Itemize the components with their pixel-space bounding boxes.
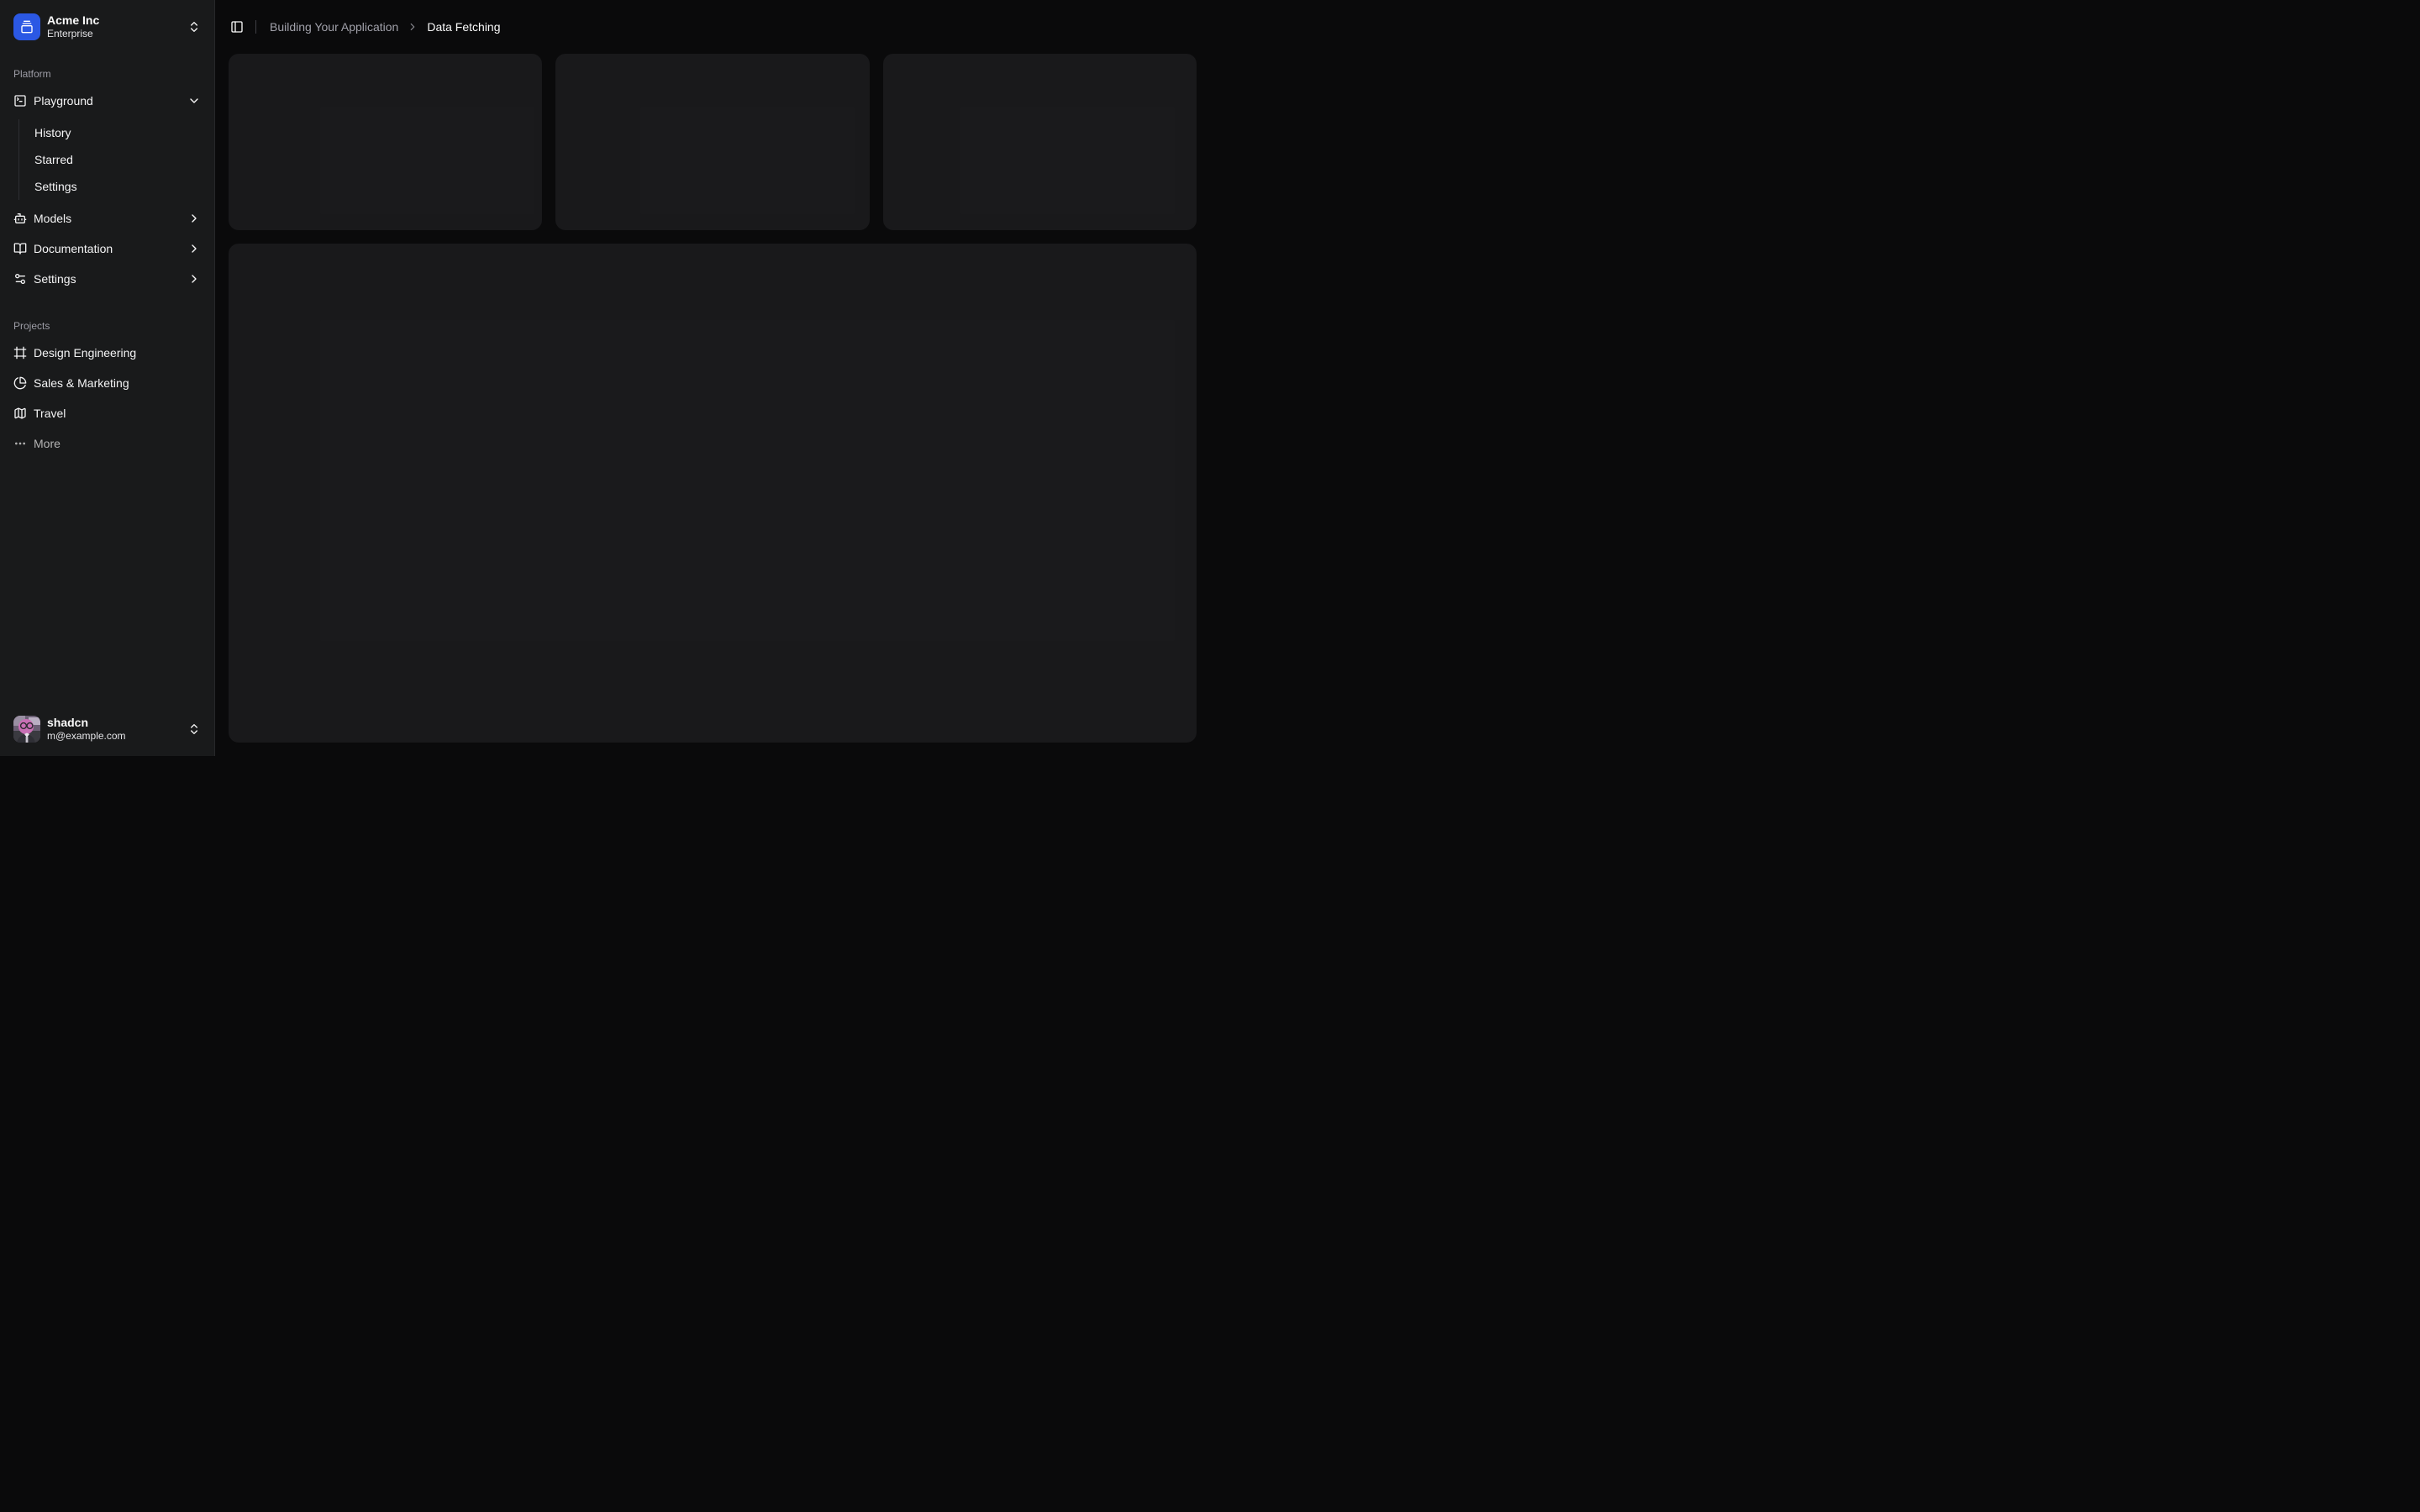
sidebar-subitem-settings[interactable]: Settings [28, 175, 208, 198]
sidebar-item-documentation[interactable]: Documentation [7, 235, 208, 262]
panel-left-icon [230, 20, 244, 34]
placeholder-card [229, 54, 542, 230]
sidebar-subitem-starred[interactable]: Starred [28, 148, 208, 171]
team-meta: Acme Inc Enterprise [47, 14, 181, 40]
bot-icon [13, 212, 27, 225]
sidebar-item-travel[interactable]: Travel [7, 400, 208, 427]
sidebar: Acme Inc Enterprise Platform Playground [0, 0, 215, 756]
user-name: shadcn [47, 717, 181, 729]
chevron-right-icon [187, 212, 201, 225]
placeholder-panel [229, 244, 1197, 743]
gallery-vertical-end-icon [13, 13, 40, 40]
main-area: Building Your Application Data Fetching [215, 0, 1210, 756]
sidebar-group-projects: Projects Design Engineering Sales & Mark… [0, 306, 214, 464]
chevrons-up-down-icon [187, 20, 201, 34]
sidebar-header: Acme Inc Enterprise [0, 0, 214, 54]
sidebar-item-design-engineering[interactable]: Design Engineering [7, 339, 208, 366]
user-email: m@example.com [47, 731, 181, 742]
projects-menu: Design Engineering Sales & Marketing Tra… [7, 339, 208, 457]
vertical-separator [255, 20, 256, 34]
frame-icon [13, 346, 27, 360]
team-switcher-button[interactable]: Acme Inc Enterprise [7, 7, 208, 47]
group-label-projects: Projects [7, 312, 208, 339]
chevron-down-icon [187, 94, 201, 108]
team-plan: Enterprise [47, 29, 181, 39]
user-meta: shadcn m@example.com [47, 717, 181, 743]
sidebar-toggle-button[interactable] [225, 15, 249, 39]
sidebar-item-more[interactable]: More [7, 430, 208, 457]
sidebar-item-models[interactable]: Models [7, 205, 208, 232]
page-content [215, 54, 1210, 756]
chevron-right-icon [407, 21, 418, 33]
placeholder-card [883, 54, 1197, 230]
user-menu-button[interactable]: shadcn m@example.com [7, 709, 208, 749]
sliders-icon [13, 272, 27, 286]
topbar: Building Your Application Data Fetching [215, 0, 1210, 54]
sidebar-group-platform: Platform Playground History [0, 54, 214, 299]
platform-menu: Playground History Starred Settings [7, 87, 208, 292]
pie-chart-icon [13, 376, 27, 390]
sidebar-content: Platform Playground History [0, 54, 214, 702]
playground-submenu: History Starred Settings [18, 119, 208, 200]
placeholder-cards-row [229, 54, 1197, 230]
ellipsis-icon [13, 437, 27, 450]
group-label-platform: Platform [7, 60, 208, 87]
map-icon [13, 407, 27, 420]
sidebar-item-sales-marketing[interactable]: Sales & Marketing [7, 370, 208, 396]
breadcrumb-parent[interactable]: Building Your Application [270, 20, 398, 34]
chevron-right-icon [187, 242, 201, 255]
team-name: Acme Inc [47, 14, 181, 27]
chevrons-up-down-icon [187, 722, 201, 736]
sidebar-item-playground[interactable]: Playground [7, 87, 208, 114]
square-terminal-icon [13, 94, 27, 108]
chevron-right-icon [187, 272, 201, 286]
avatar [13, 716, 40, 743]
sidebar-item-settings[interactable]: Settings [7, 265, 208, 292]
sidebar-subitem-history[interactable]: History [28, 121, 208, 144]
book-open-icon [13, 242, 27, 255]
breadcrumb: Building Your Application Data Fetching [270, 20, 501, 34]
sidebar-footer: shadcn m@example.com [0, 702, 214, 756]
placeholder-card [555, 54, 869, 230]
breadcrumb-current: Data Fetching [427, 20, 500, 34]
